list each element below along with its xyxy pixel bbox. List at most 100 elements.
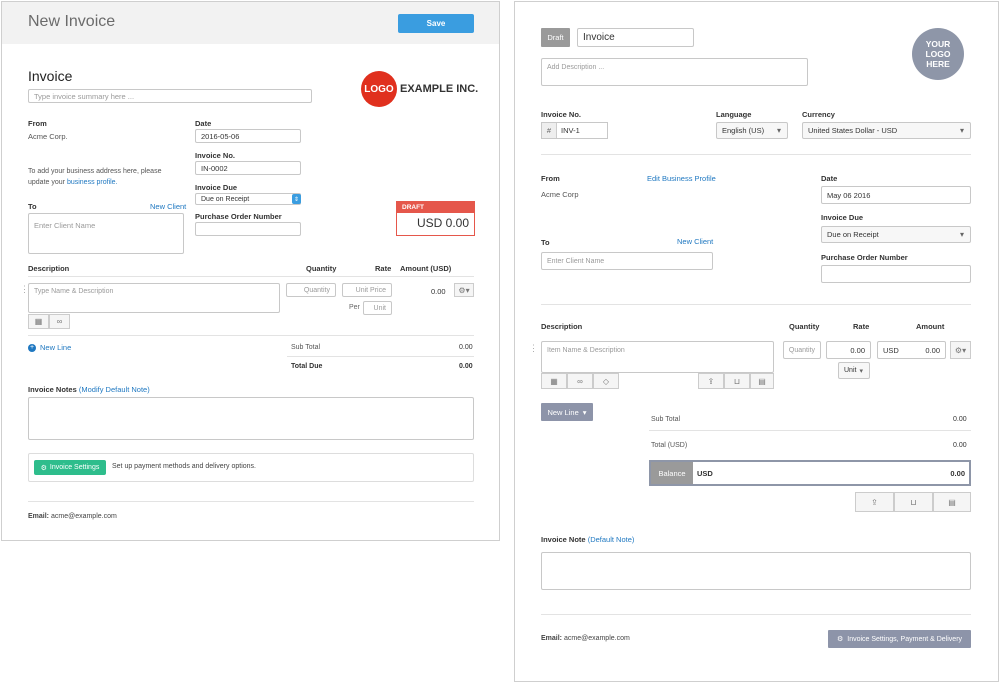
new-client-link[interactable]: New Client bbox=[150, 202, 186, 211]
date-input[interactable]: May 06 2016 bbox=[821, 186, 971, 204]
invoice-no-label: Invoice No. bbox=[541, 110, 582, 119]
invoice-summary-input[interactable]: Type invoice summary here ... bbox=[28, 89, 312, 103]
plus-icon: + bbox=[28, 343, 36, 352]
footer-divider bbox=[28, 501, 474, 502]
item-description-input[interactable]: Type Name & Description bbox=[28, 283, 280, 313]
col-description: Description bbox=[541, 322, 583, 331]
from-value: Acme Corp bbox=[541, 190, 579, 199]
modify-note-link[interactable]: Modify Default Note bbox=[81, 385, 147, 394]
balance-row: Balance USD 0.00 bbox=[649, 460, 971, 486]
subtotal-value: 0.00 bbox=[953, 416, 967, 423]
item-description-input[interactable]: Item Name & Description bbox=[541, 341, 774, 373]
client-name-input[interactable]: Enter Client Name bbox=[28, 213, 184, 254]
tag-icon[interactable]: ◇ bbox=[593, 373, 619, 389]
quantity-input[interactable]: Quantity bbox=[286, 283, 336, 297]
line-amount: 0.00 bbox=[431, 287, 446, 296]
calculator-icon[interactable]: ▦ bbox=[28, 314, 49, 329]
invoice-notes-heading: Invoice Notes (Modify Default Note) bbox=[28, 385, 150, 394]
unit-input[interactable]: Unit bbox=[363, 301, 392, 315]
po-input[interactable] bbox=[821, 265, 971, 283]
cart-icon[interactable]: ⊔ bbox=[724, 373, 750, 389]
invoice-title-input[interactable]: Invoice bbox=[577, 28, 694, 47]
invoice-no-field[interactable]: # INV-1 bbox=[541, 122, 608, 139]
invoice-settings-button[interactable]: ⚙ Invoice Settings bbox=[34, 460, 106, 475]
invoice-due-select[interactable]: Due on Receipt bbox=[821, 226, 971, 243]
unit-select[interactable]: Unit ▾ bbox=[838, 362, 870, 379]
invoice-due-select[interactable]: Due on Receipt bbox=[195, 193, 301, 205]
unit-price-input[interactable]: Unit Price bbox=[342, 283, 392, 297]
new-line-button[interactable]: + New Line bbox=[28, 343, 71, 352]
amount-value: 0.00 bbox=[925, 345, 940, 355]
email-label: Email: bbox=[541, 635, 563, 642]
archive-icon[interactable]: ▤ bbox=[933, 492, 971, 512]
status-badge: DRAFT USD 0.00 bbox=[396, 201, 475, 236]
to-label: To bbox=[541, 238, 550, 247]
chevron-down-icon: ▾ bbox=[582, 407, 587, 417]
invoice-settings-label: Invoice Settings, Payment & Delivery bbox=[847, 635, 963, 643]
amount-currency: USD bbox=[883, 345, 899, 355]
address-note-line1: To add your business address here, pleas… bbox=[28, 168, 162, 175]
upload-icon[interactable]: ⇪ bbox=[698, 373, 724, 389]
invoice-no-input[interactable]: IN-0002 bbox=[195, 161, 301, 175]
chevron-down-icon: ▾ bbox=[859, 367, 863, 375]
new-line-button[interactable]: New Line ▾ bbox=[541, 403, 593, 421]
description-input[interactable]: Add Description ... bbox=[541, 58, 808, 86]
link-icon[interactable]: ∞ bbox=[49, 314, 70, 329]
edit-business-profile-link[interactable]: Edit Business Profile bbox=[647, 174, 716, 183]
invoice-notes-textarea[interactable] bbox=[28, 397, 474, 440]
po-input[interactable] bbox=[195, 222, 301, 236]
invoice-no-value: INV-1 bbox=[561, 126, 580, 135]
footer-email: Email: acme@example.com bbox=[28, 513, 117, 520]
new-line-label: New Line bbox=[40, 343, 72, 352]
subtotal-divider bbox=[287, 356, 474, 357]
subtotal-divider bbox=[649, 430, 971, 431]
invoice-due-label: Invoice Due bbox=[195, 183, 238, 192]
default-note-link[interactable]: Default Note bbox=[590, 535, 632, 544]
hash-prefix: # bbox=[542, 123, 557, 138]
col-quantity: Quantity bbox=[306, 264, 337, 273]
gear-icon: ⚙ bbox=[836, 636, 844, 643]
save-button[interactable]: Save bbox=[398, 14, 474, 33]
po-label: Purchase Order Number bbox=[195, 212, 282, 221]
client-name-input[interactable]: Enter Client Name bbox=[541, 252, 713, 270]
modern-invoice-panel: Draft Invoice Add Description ... YOUR L… bbox=[514, 1, 999, 682]
invoice-settings-button[interactable]: ⚙ Invoice Settings, Payment & Delivery bbox=[828, 630, 971, 648]
business-profile-link[interactable]: business profile. bbox=[67, 179, 118, 186]
language-label: Language bbox=[716, 110, 752, 119]
email-label: Email: bbox=[28, 513, 50, 520]
currency-select[interactable]: United States Dollar - USD bbox=[802, 122, 971, 139]
language-value: English (US) bbox=[722, 126, 765, 135]
rate-input[interactable]: 0.00 bbox=[826, 341, 871, 359]
email-value: acme@example.com bbox=[563, 635, 630, 642]
currency-label: Currency bbox=[802, 110, 835, 119]
invoice-note-textarea[interactable] bbox=[541, 552, 971, 590]
updown-arrows-icon[interactable]: ⇕ bbox=[292, 194, 301, 204]
invoice-due-label: Invoice Due bbox=[821, 213, 864, 222]
quantity-input[interactable]: Quantity bbox=[783, 341, 821, 359]
new-line-label: New Line bbox=[547, 407, 579, 417]
settings-description: Set up payment methods and delivery opti… bbox=[112, 463, 256, 470]
col-amount: Amount (USD) bbox=[400, 264, 452, 273]
language-select[interactable]: English (US) bbox=[716, 122, 788, 139]
balance-label: Balance bbox=[651, 462, 693, 484]
gear-icon[interactable]: ⚙▾ bbox=[950, 341, 971, 359]
details-divider bbox=[541, 304, 971, 305]
cart-icon[interactable]: ⊔ bbox=[894, 492, 933, 512]
balance-value: 0.00 bbox=[950, 468, 965, 478]
new-client-link[interactable]: New Client bbox=[677, 237, 713, 246]
email-value: acme@example.com bbox=[50, 513, 117, 520]
balance-currency: USD bbox=[697, 468, 713, 478]
calculator-icon[interactable]: ▦ bbox=[541, 373, 567, 389]
po-label: Purchase Order Number bbox=[821, 253, 908, 262]
amount-input[interactable]: USD 0.00 bbox=[877, 341, 946, 359]
subtotal-label: Sub Total bbox=[291, 344, 321, 351]
date-label: Date bbox=[195, 119, 212, 128]
link-icon[interactable]: ∞ bbox=[567, 373, 593, 389]
archive-icon[interactable]: ▤ bbox=[750, 373, 774, 389]
gear-icon[interactable]: ⚙▾ bbox=[454, 283, 474, 297]
total-due-value: 0.00 bbox=[459, 363, 473, 370]
subtotal-label: Sub Total bbox=[651, 416, 681, 423]
upload-icon[interactable]: ⇪ bbox=[855, 492, 894, 512]
date-input[interactable]: 2016-05-06 bbox=[195, 129, 301, 143]
logo-placeholder[interactable]: YOUR LOGO HERE bbox=[912, 28, 964, 80]
